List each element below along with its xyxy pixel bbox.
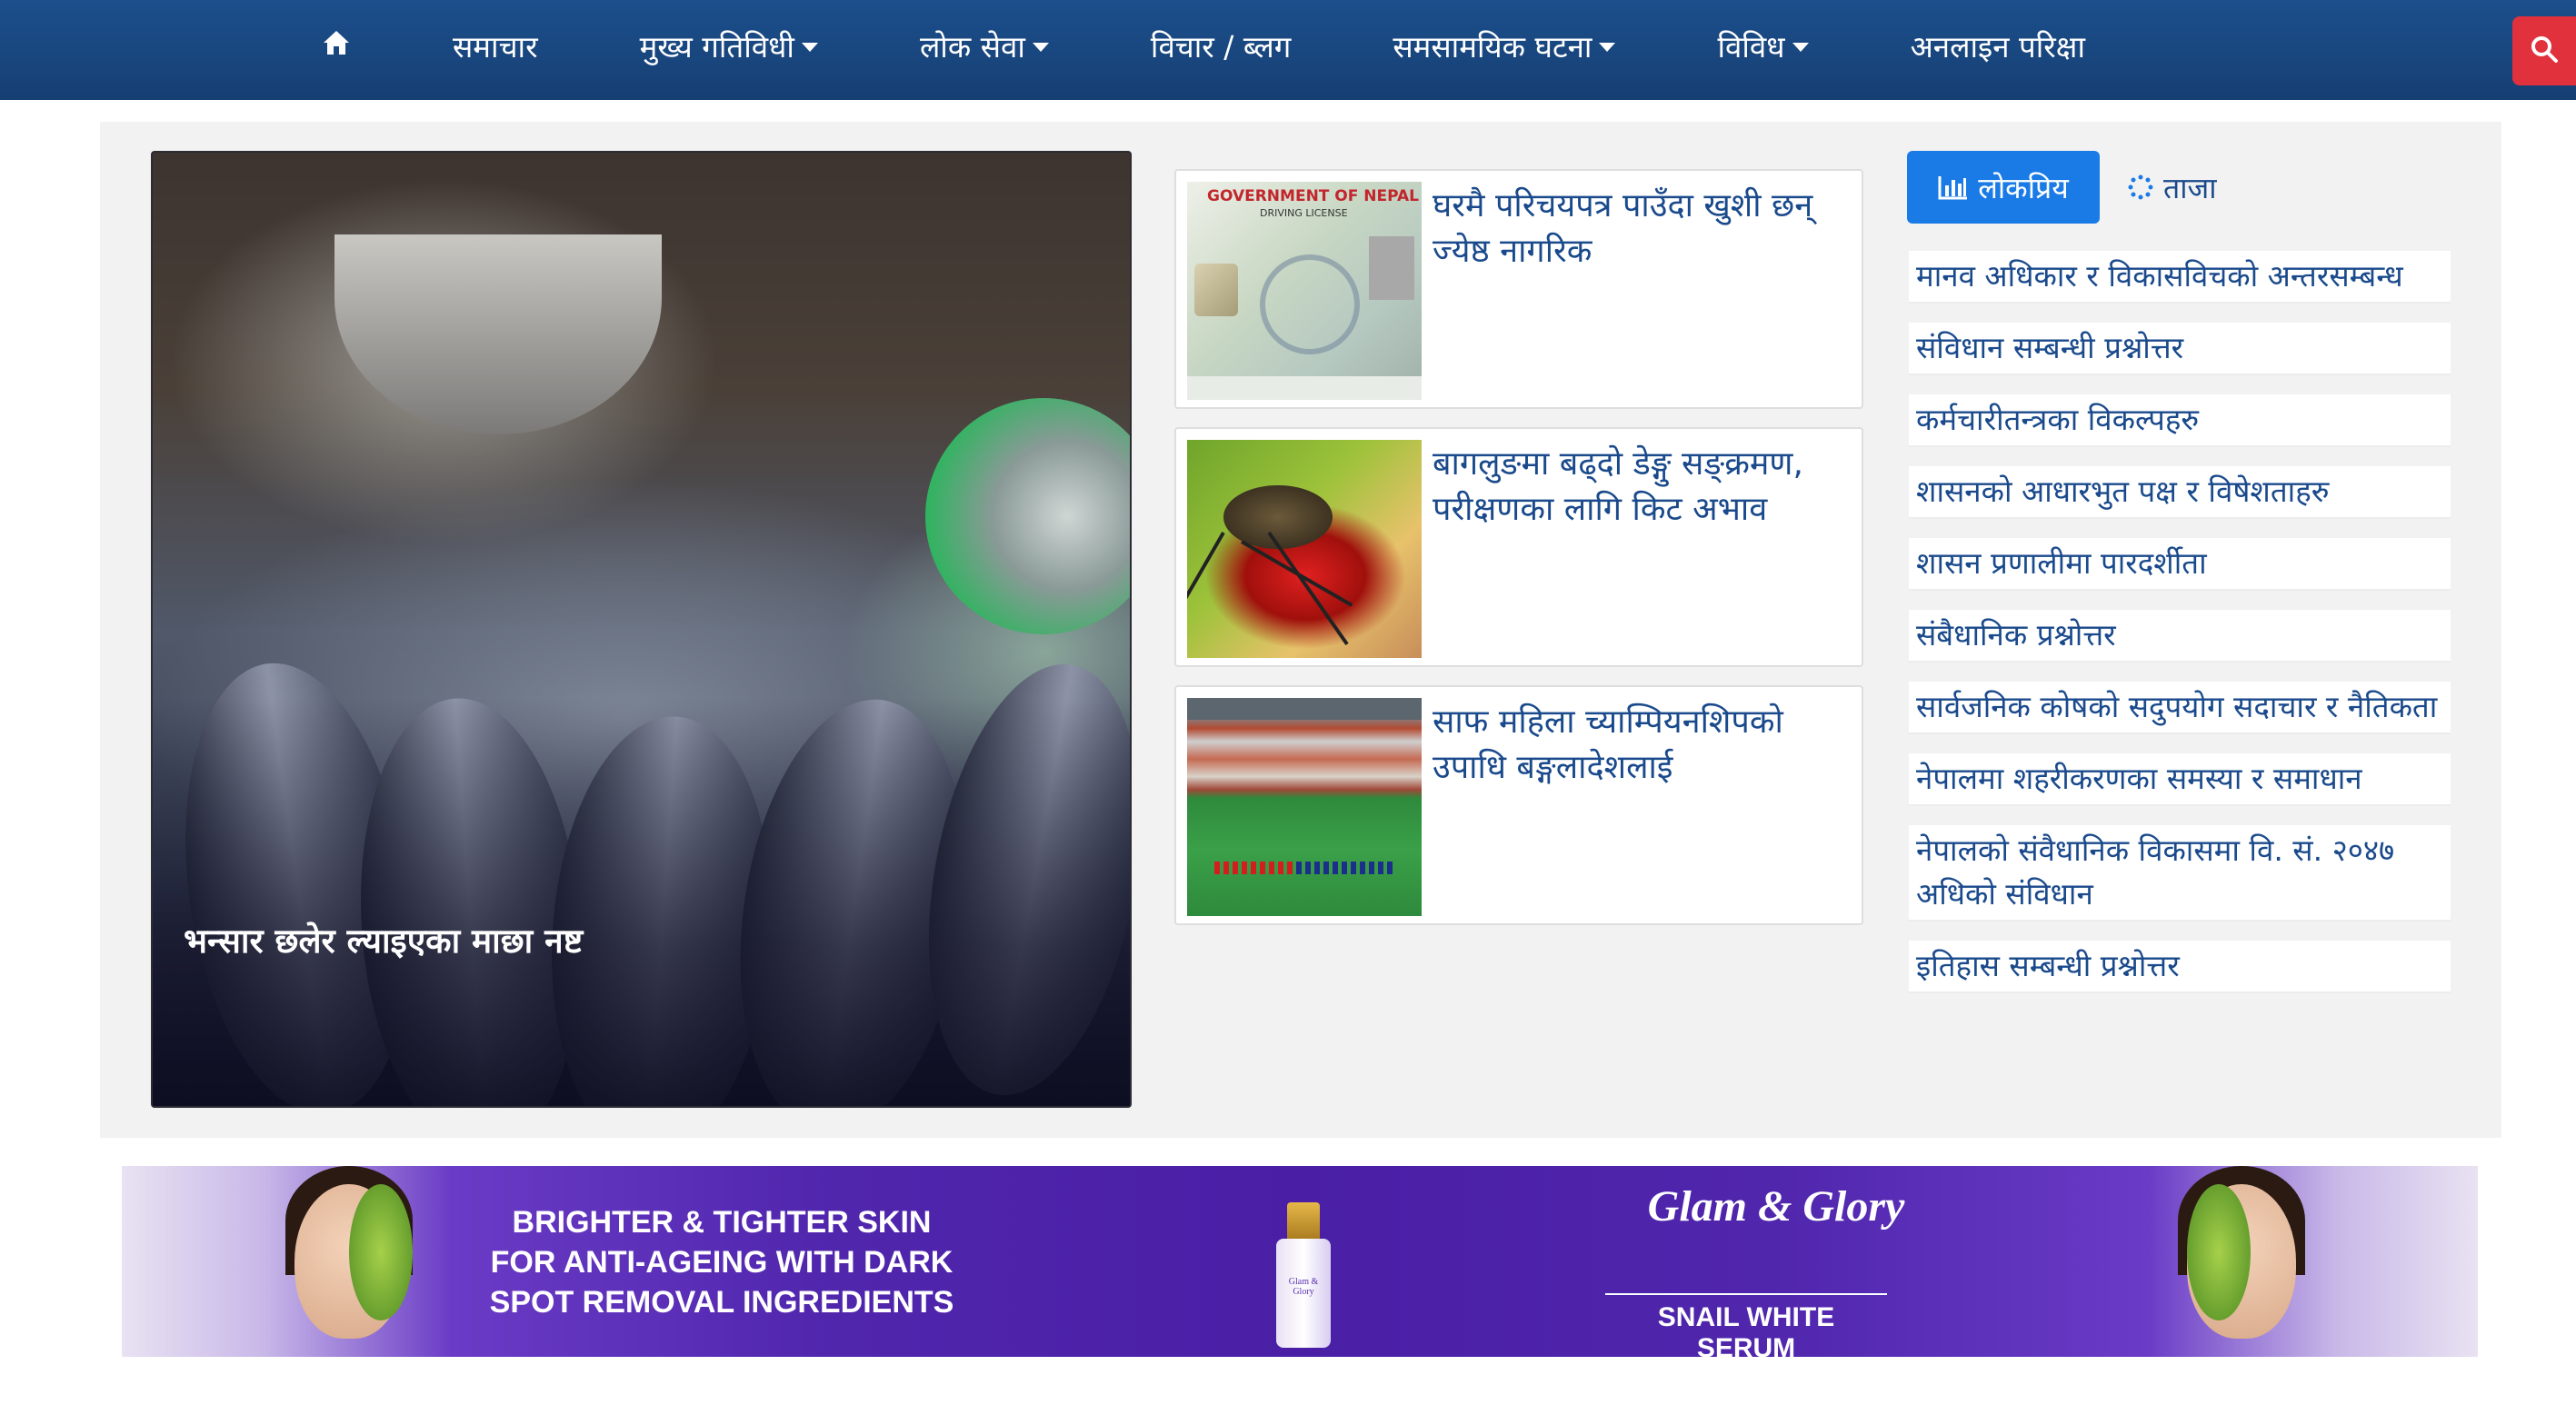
- list-item[interactable]: शासनको आधारभुत पक्ष र विषेशताहरु: [1909, 466, 2451, 519]
- list-item[interactable]: इतिहास सम्बन्धी प्रश्नोत्तर: [1909, 941, 2451, 993]
- news-card-title[interactable]: साफ महिला च्याम्पियनशिपको उपाधि बङ्गलादे…: [1433, 700, 1851, 791]
- sidebar-tabs: लोकप्रिय ताजा: [1907, 151, 2217, 224]
- featured-title[interactable]: भन्सार छलेर ल्याइएका माछा नष्ट: [184, 916, 583, 962]
- bottle-label: Glam & Glory: [1288, 1277, 1319, 1297]
- nav-item-main-activities[interactable]: मुख्य गतिविधी: [640, 0, 818, 91]
- featured-image-tub: [925, 398, 1130, 634]
- nav-item-news[interactable]: समाचार: [453, 0, 538, 91]
- license-photo: [1369, 236, 1414, 300]
- list-item[interactable]: मानव अधिकार र विकासविचको अन्तरसम्बन्ध: [1909, 251, 2451, 304]
- ad-brand: Glam & Glory: [1647, 1182, 1905, 1231]
- ad-model-image: [2178, 1166, 2314, 1357]
- caret-down-icon: [1792, 43, 1809, 52]
- ad-product-image: Glam & Glory: [1249, 1193, 1349, 1348]
- nav-item-lok-sewa[interactable]: लोक सेवा: [920, 0, 1049, 91]
- nav-menu: समाचार मुख्य गतिविधी लोक सेवा विचार / ब्…: [282, 0, 2085, 91]
- nav-item-online-exam[interactable]: अनलाइन परिक्षा: [1911, 0, 2085, 91]
- news-card[interactable]: GOVERNMENT OF NEPAL DRIVING LICENSE घरमै…: [1174, 169, 1863, 409]
- list-item[interactable]: कर्मचारीतन्त्रका विकल्पहरु: [1909, 394, 2451, 447]
- thumbnail-caption: GOVERNMENT OF NEPAL: [1207, 187, 1420, 205]
- caret-down-icon: [801, 43, 818, 52]
- home-icon: [322, 28, 351, 64]
- tab-latest[interactable]: ताजा: [2127, 168, 2217, 207]
- bar-chart-icon: [1938, 174, 1969, 200]
- main-navbar: समाचार मुख्य गतिविधी लोक सेवा विचार / ब्…: [0, 0, 2576, 100]
- nav-item-opinion-blog[interactable]: विचार / ब्लग: [1151, 0, 1291, 91]
- list-item[interactable]: संबैधानिक प्रश्नोत्तर: [1909, 610, 2451, 663]
- nav-home-link[interactable]: [282, 0, 391, 91]
- stadium-roof: [1187, 698, 1422, 720]
- nav-item-current-affairs[interactable]: समसामयिक घटना: [1393, 0, 1616, 91]
- mosquito-leg: [1187, 532, 1225, 636]
- team-blue: [1296, 862, 1396, 874]
- featured-story[interactable]: भन्सार छलेर ल्याइएका माछा नष्ट: [151, 151, 1132, 1108]
- license-footer: [1187, 376, 1422, 400]
- caret-down-icon: [1032, 43, 1049, 52]
- news-thumbnail: [1187, 440, 1422, 658]
- thumbnail-subcaption: DRIVING LICENSE: [1260, 207, 1348, 219]
- list-item[interactable]: सार्वजनिक कोषको सदुपयोग सदाचार र नैतिकता: [1909, 682, 2451, 734]
- spinner-icon: [2127, 174, 2154, 201]
- list-item[interactable]: संविधान सम्बन्धी प्रश्नोत्तर: [1909, 323, 2451, 375]
- news-card-title[interactable]: घरमै परिचयपत्र पाउँदा खुशी छन् ज्येष्ठ न…: [1433, 184, 1851, 274]
- popular-list: मानव अधिकार र विकासविचको अन्तरसम्बन्ध सं…: [1909, 251, 2451, 1012]
- search-icon: [2530, 35, 2559, 67]
- tab-popular-label: लोकप्रिय: [1978, 170, 2069, 205]
- license-chip: [1194, 264, 1238, 316]
- mosquito-body: [1223, 485, 1333, 549]
- list-item[interactable]: नेपालमा शहरीकरणका समस्या र समाधान: [1909, 753, 2451, 806]
- news-card-title[interactable]: बागलुङमा बढ्दो डेङ्गु सङ्क्रमण, परीक्षणक…: [1433, 442, 1851, 533]
- advertisement-banner[interactable]: BRIGHTER & TIGHTER SKIN FOR ANTI-AGEING …: [122, 1166, 2478, 1357]
- list-item[interactable]: नेपालको संवैधानिक विकासमा वि. सं. २०४७ अ…: [1909, 825, 2451, 922]
- news-card[interactable]: बागलुङमा बढ्दो डेङ्गु सङ्क्रमण, परीक्षणक…: [1174, 427, 1863, 667]
- featured-overlay: [153, 698, 1130, 1106]
- news-card[interactable]: साफ महिला च्याम्पियनशिपको उपाधि बङ्गलादे…: [1174, 685, 1863, 925]
- search-button[interactable]: [2512, 16, 2576, 85]
- news-thumbnail: GOVERNMENT OF NEPAL DRIVING LICENSE: [1187, 182, 1422, 400]
- license-emblem: [1260, 254, 1360, 354]
- tab-latest-label: ताजा: [2163, 170, 2217, 205]
- tab-popular[interactable]: लोकप्रिय: [1907, 151, 2100, 224]
- ad-model-image: [285, 1166, 422, 1357]
- featured-image-bowl: [334, 234, 662, 434]
- nav-item-miscellaneous[interactable]: विविध: [1717, 0, 1809, 91]
- list-item[interactable]: शासन प्रणालीमा पारदर्शीता: [1909, 538, 2451, 591]
- mosquito-leg: [1267, 531, 1349, 646]
- ad-product-name: SNAIL WHITE SERUM: [1605, 1293, 1887, 1357]
- caret-down-icon: [1599, 43, 1616, 52]
- news-thumbnail: [1187, 698, 1422, 916]
- ad-headline: BRIGHTER & TIGHTER SKIN FOR ANTI-AGEING …: [489, 1205, 954, 1320]
